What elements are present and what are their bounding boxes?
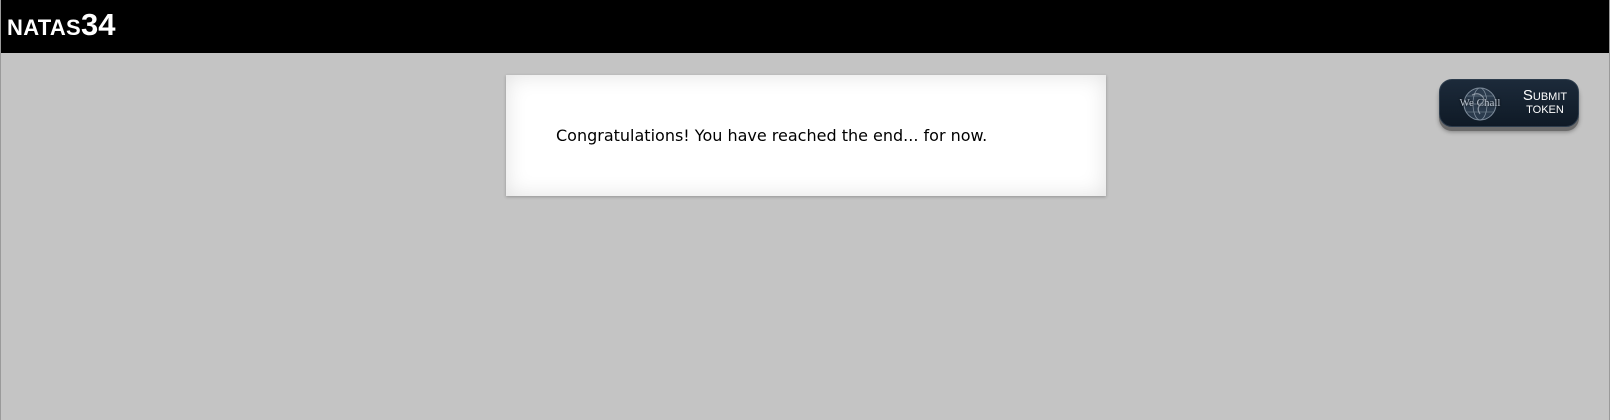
wechall-logo-text: We Chall <box>1459 97 1501 109</box>
submit-token-label: Submit token <box>1516 88 1574 116</box>
page: NATAS34 Congratulations! You have reache… <box>0 0 1610 420</box>
site-title-level: 34 <box>81 7 116 42</box>
content-panel: Congratulations! You have reached the en… <box>506 75 1106 196</box>
submit-word: Submit <box>1522 87 1568 104</box>
site-title-name: NATAS <box>7 15 82 40</box>
site-title: NATAS34 <box>7 9 116 40</box>
congratulations-message: Congratulations! You have reached the en… <box>556 126 988 145</box>
header-bar: NATAS34 <box>1 0 1609 53</box>
wechall-logo: We Chall <box>1454 86 1506 122</box>
submit-token-button[interactable]: We Chall Submit token <box>1439 79 1579 127</box>
token-word: token <box>1526 104 1564 116</box>
